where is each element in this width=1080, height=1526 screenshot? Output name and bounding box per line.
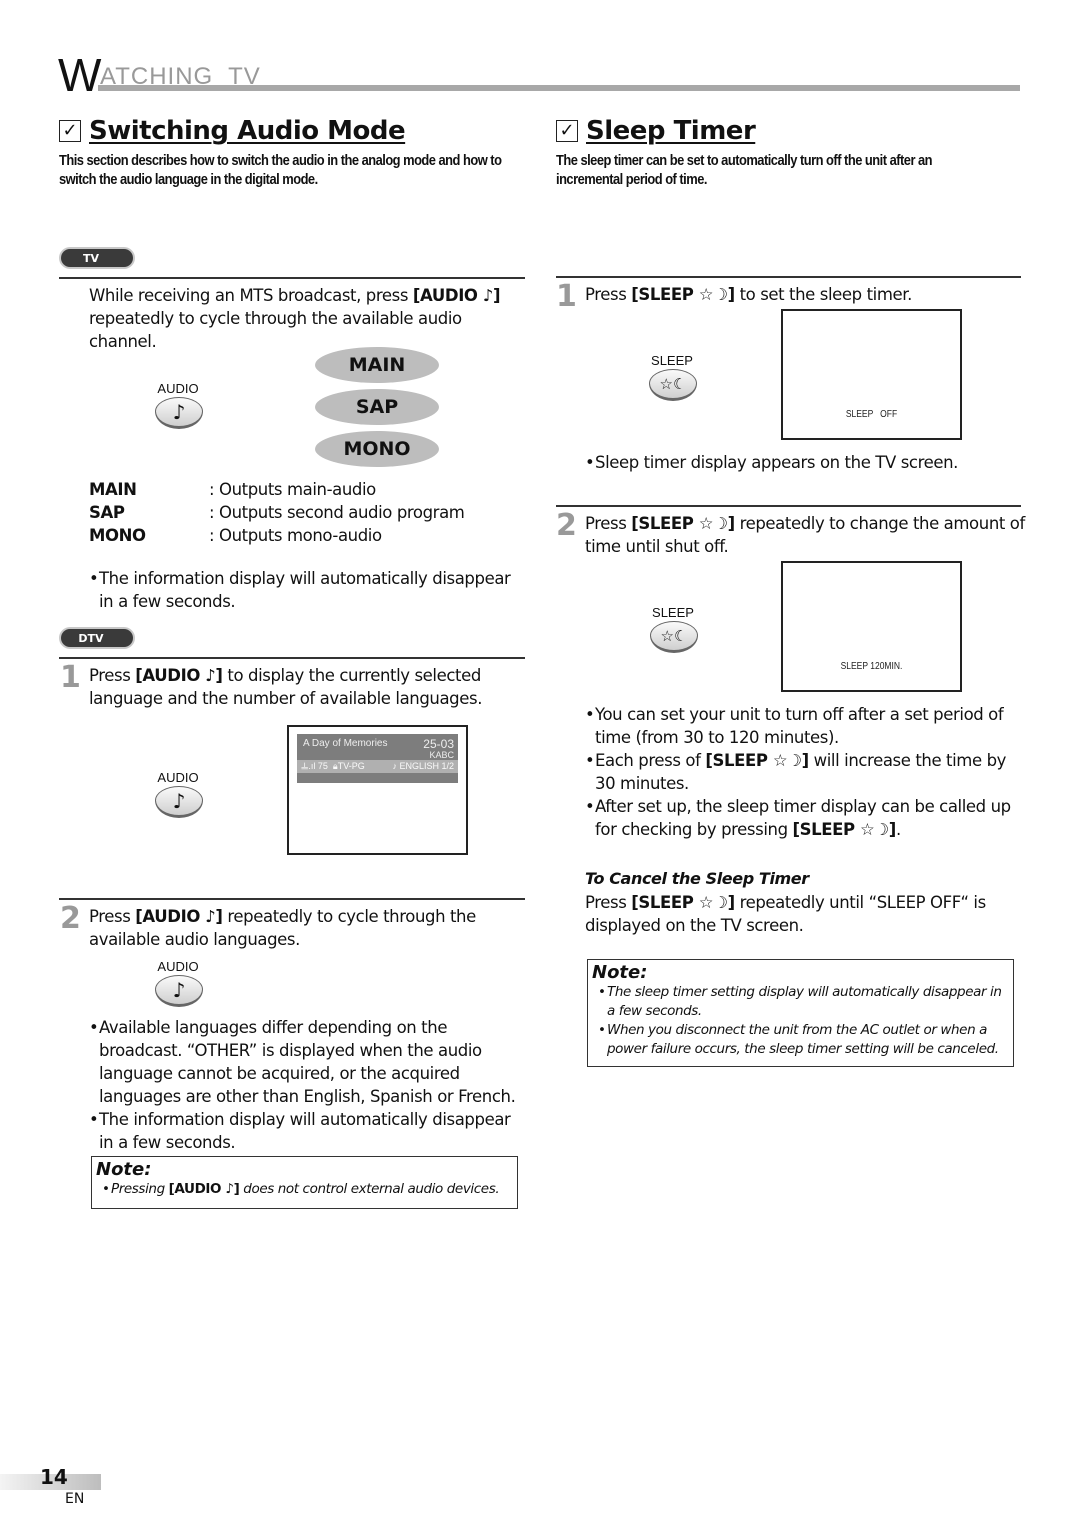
page-language: EN: [65, 1491, 85, 1507]
sleep-button[interactable]: ☆☾: [650, 621, 698, 653]
music-note-icon: ♪: [392, 761, 397, 771]
list-item: • You can set your unit to turn off after…: [585, 705, 1004, 747]
dtv-step2-bullets: • Available languages differ depending on…: [89, 1016, 529, 1154]
section-title-switching-audio: ✓ Switching Audio Mode: [59, 118, 406, 144]
checkbox-icon: ✓: [556, 120, 578, 142]
mode-oval-sap: SAP: [315, 389, 439, 425]
mode-badge-tv: TV: [59, 247, 135, 269]
music-note-icon: ♪: [172, 789, 186, 813]
star-moon-icon: ☆☾: [660, 627, 688, 645]
audio-button[interactable]: ♪: [155, 975, 203, 1007]
tv-screen-info-display: A Day of Memories 25-03 KABC 𝍦.ıl 75 🔒︎T…: [287, 725, 468, 855]
program-title: A Day of Memories: [303, 738, 388, 749]
note-item: • Pressing [AUDIO ♪] does not control ex…: [102, 1181, 500, 1197]
sleep-button-label: SLEEP: [652, 605, 694, 620]
note-item: • The sleep timer setting display will au…: [598, 984, 1002, 1019]
divider: [556, 276, 1021, 278]
star-moon-icon: ☆☾: [659, 375, 687, 393]
audio-button-label: AUDIO: [157, 770, 199, 785]
audio-button-label: AUDIO: [157, 959, 199, 974]
definition-row: MAIN: Outputs main-audio: [89, 480, 376, 499]
list-item: • Sleep timer display appears on the TV s…: [585, 453, 958, 472]
channel-number: 25-03: [423, 737, 454, 751]
music-note-icon: ♪: [172, 978, 186, 1002]
checkbox-icon: ✓: [59, 120, 81, 142]
dtv-step1-instruction: Press [AUDIO ♪] to display the currently…: [89, 666, 483, 708]
cancel-heading: To Cancel the Sleep Timer: [585, 869, 809, 888]
step-number: 2: [556, 508, 577, 543]
list-item: • The information display will automatica…: [89, 1110, 511, 1152]
step-number: 1: [60, 660, 81, 695]
language-count: 1/2: [441, 761, 454, 771]
info-banner: A Day of Memories 25-03 KABC 𝍦.ıl 75 🔒︎T…: [297, 734, 458, 783]
sleep-button-label: SLEEP: [651, 353, 693, 368]
list-item: • Available languages differ depending on…: [89, 1018, 516, 1106]
sleep-step1-instruction: Press [SLEEP ☆☽] to set the sleep timer.: [585, 285, 912, 304]
list-item: • Each press of [SLEEP ☆☽] will increase …: [585, 751, 1007, 793]
tv-bullet: • The information display will automatica…: [89, 569, 511, 611]
note-box-audio: Note: • Pressing [AUDIO ♪] does not cont…: [91, 1156, 518, 1209]
step-number: 1: [556, 279, 577, 314]
mode-definitions: MAIN: Outputs main-audio SAP: Outputs se…: [89, 478, 465, 547]
divider: [556, 505, 1021, 507]
cancel-instruction: Press [SLEEP ☆☽] repeatedly until “SLEEP…: [585, 893, 986, 935]
mode-oval-mono: MONO: [315, 431, 439, 467]
mode-badge-dtv: DTV: [59, 627, 135, 649]
section-description: This section describes how to switch the…: [59, 152, 502, 188]
sleep-step2-instruction: Press [SLEEP ☆☽] repeatedly to change th…: [585, 514, 1025, 556]
audio-button[interactable]: ♪: [155, 786, 203, 818]
sleep-button[interactable]: ☆☾: [649, 369, 697, 401]
sleep-step2-bullets: • You can set your unit to turn off after…: [585, 703, 1025, 841]
divider: [59, 898, 525, 900]
list-item: • After set up, the sleep timer display c…: [585, 797, 1011, 839]
section-description: The sleep timer can be set to automatica…: [556, 152, 933, 188]
tv-screen-sleep-off: SLEEP OFF: [781, 309, 962, 440]
station-name: KABC: [429, 750, 454, 760]
antenna-signal-icon: 𝍦.ıl: [301, 761, 316, 771]
audio-language: ENGLISH: [399, 761, 439, 771]
rating: TV-PG: [337, 761, 365, 771]
dtv-step2-instruction: Press [AUDIO ♪] repeatedly to cycle thro…: [89, 907, 476, 949]
page-number: 14: [40, 1465, 68, 1489]
mode-oval-main: MAIN: [315, 347, 439, 383]
definition-row: SAP: Outputs second audio program: [89, 503, 465, 522]
tv-instruction: While receiving an MTS broadcast, press …: [89, 286, 501, 351]
note-box-sleep: Note: • The sleep timer setting display w…: [587, 959, 1014, 1067]
definition-row: MONO: Outputs mono-audio: [89, 526, 382, 545]
divider: [59, 657, 525, 659]
header-rule: [98, 85, 1020, 91]
header-title-initial: W: [58, 49, 101, 101]
section-title-sleep-timer: ✓ Sleep Timer: [556, 118, 756, 144]
tv-screen-sleep-120: SLEEP 120MIN.: [781, 561, 962, 692]
audio-button-label: AUDIO: [157, 381, 199, 396]
signal-strength: 75: [317, 761, 328, 771]
screen-text: SLEEP 120MIN.: [840, 661, 903, 672]
screen-text: SLEEP OFF: [845, 409, 898, 420]
music-note-icon: ♪: [172, 400, 186, 424]
note-item: • When you disconnect the unit from the A…: [598, 1022, 999, 1057]
step-number: 2: [60, 901, 81, 936]
audio-button[interactable]: ♪: [155, 397, 203, 429]
divider: [59, 277, 525, 279]
